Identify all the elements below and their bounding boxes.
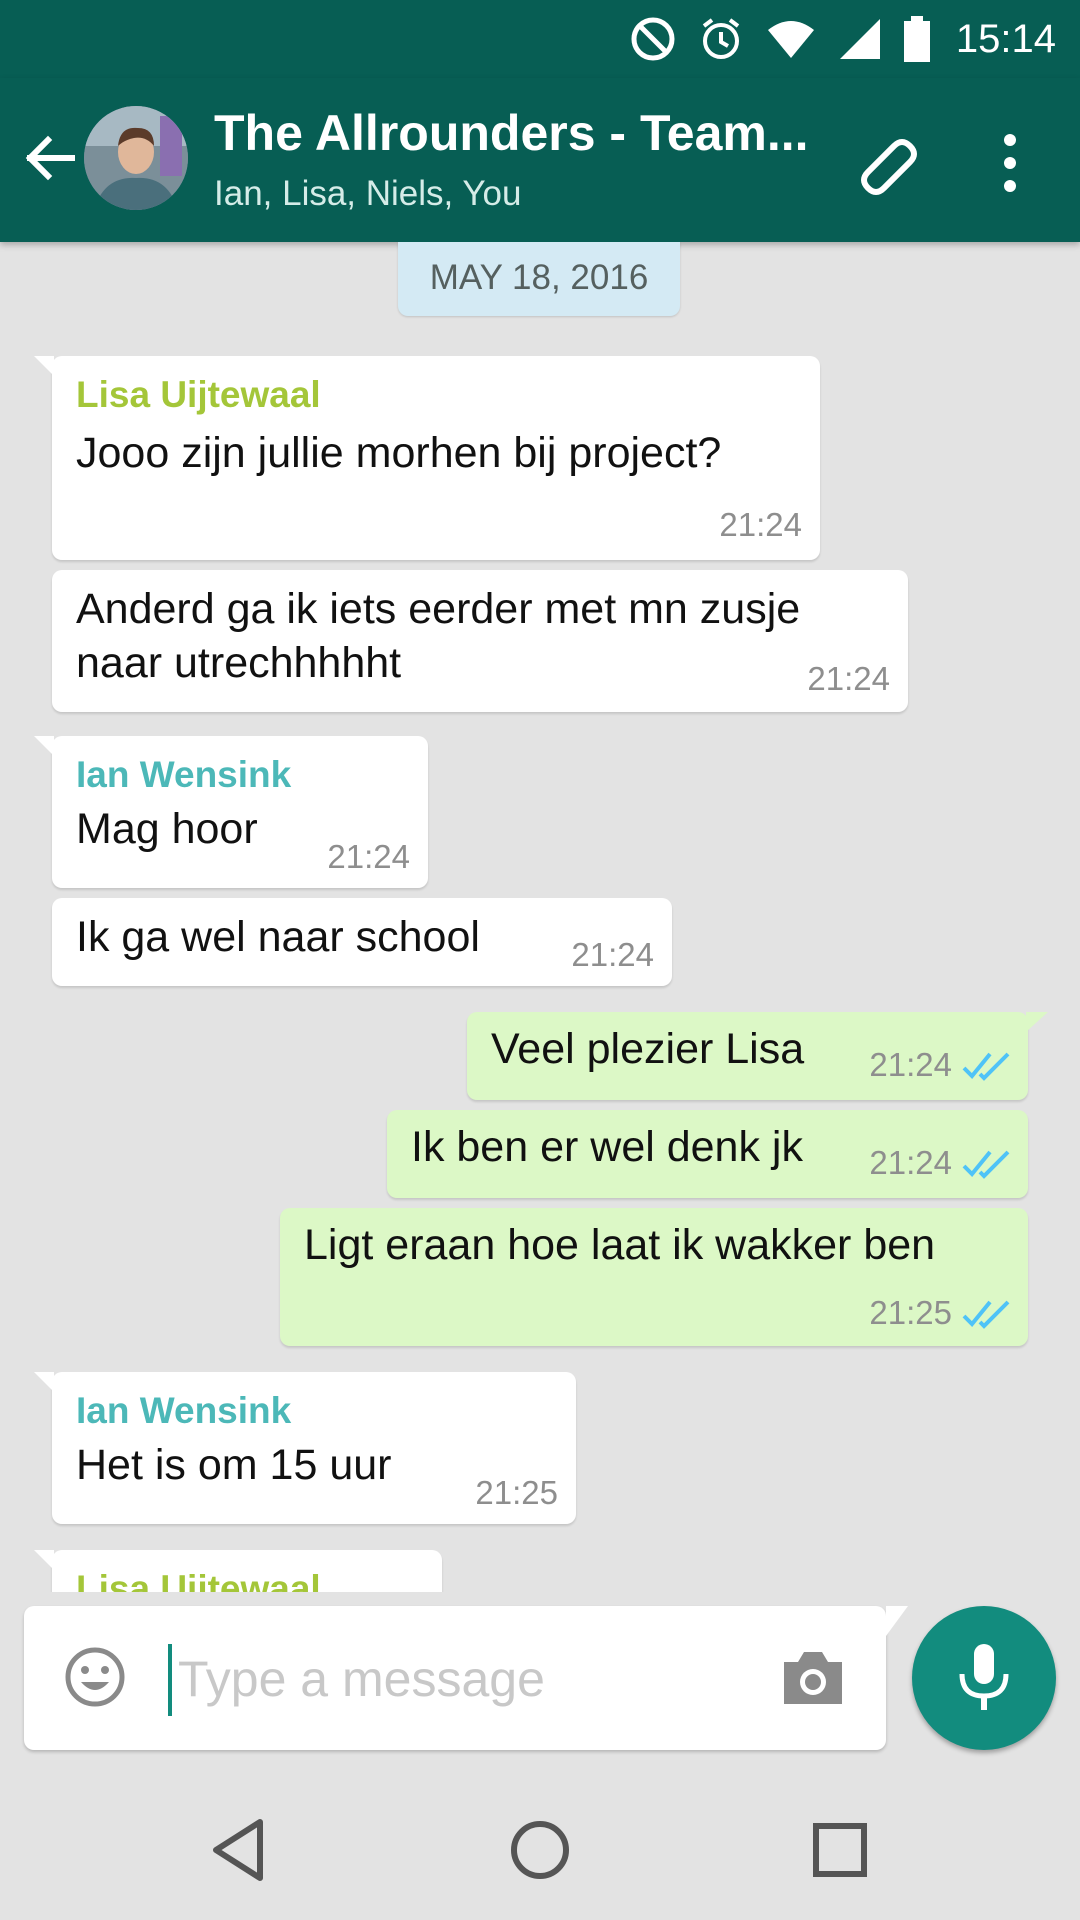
message-time: 21:24 xyxy=(327,838,410,875)
status-time: 15:14 xyxy=(955,16,1056,61)
mic-button[interactable] xyxy=(912,1606,1056,1750)
message-input[interactable] xyxy=(176,1636,780,1722)
message-bubble-outgoing[interactable]: Ik ben er wel denk jk 21:24 xyxy=(387,1110,1028,1198)
attach-icon[interactable] xyxy=(850,124,930,204)
more-vert-icon[interactable] xyxy=(990,128,1030,198)
message-time: 21:24 xyxy=(869,1046,952,1083)
message-bubble-incoming[interactable]: Ian Wensink Het is om 15 uur 21:25 xyxy=(34,1372,576,1524)
recents-square-icon[interactable] xyxy=(800,1810,880,1890)
message-text: Jooo zijn jullie morhen bij project? xyxy=(76,429,722,477)
wifi-icon xyxy=(766,18,816,60)
message-time: 21:25 xyxy=(869,1294,952,1331)
message-sender: Ian Wensink xyxy=(76,754,292,795)
signal-icon xyxy=(838,17,882,61)
date-divider: MAY 18, 2016 xyxy=(398,242,680,316)
group-avatar[interactable] xyxy=(84,106,188,210)
composer-tail xyxy=(886,1606,908,1636)
read-ticks-icon xyxy=(962,1150,1010,1179)
chat-participants[interactable]: Ian, Lisa, Niels, You xyxy=(214,174,521,214)
text-cursor xyxy=(168,1644,172,1716)
message-sender: Ian Wensink xyxy=(76,1390,292,1431)
message-sender: Lisa Uijtewaal xyxy=(76,1568,321,1592)
bubble-tail xyxy=(34,1550,54,1570)
camera-icon[interactable] xyxy=(780,1648,846,1708)
bubble-tail xyxy=(34,356,54,376)
message-time: 21:24 xyxy=(869,1144,952,1181)
bubble-tail xyxy=(1026,1012,1048,1032)
bubble-tail xyxy=(34,1372,54,1392)
alarm-icon xyxy=(698,16,744,62)
emoji-icon[interactable] xyxy=(64,1646,126,1708)
message-bubble-incoming[interactable]: Ik ga wel naar school 21:24 xyxy=(52,898,672,986)
message-time: 21:24 xyxy=(571,936,654,973)
message-time: 21:24 xyxy=(807,660,890,697)
chat-title[interactable]: The Allrounders - Team... xyxy=(214,104,824,162)
bubble-tail xyxy=(34,736,54,756)
home-circle-icon[interactable] xyxy=(500,1810,580,1890)
status-bar: 15:14 xyxy=(0,0,1080,78)
message-text: Ligt eraan hoe laat ik wakker ben xyxy=(304,1221,936,1269)
system-nav-bar xyxy=(0,1770,1080,1920)
message-sender: Lisa Uijtewaal xyxy=(76,374,321,415)
message-bubble-incoming[interactable]: Lisa Uijtewaal Jooo zijn jullie morhen b… xyxy=(34,356,820,560)
message-list[interactable]: MAY 18, 2016 Lisa Uijtewaal Jooo zijn ju… xyxy=(0,242,1080,1592)
message-time: 21:25 xyxy=(475,1474,558,1511)
battery-icon xyxy=(903,16,930,62)
chat-header: The Allrounders - Team... Ian, Lisa, Nie… xyxy=(0,78,1080,242)
message-time: 21:24 xyxy=(719,506,802,543)
message-composer xyxy=(24,1606,886,1750)
message-text: Ik ga wel naar school xyxy=(76,913,480,961)
back-arrow-icon[interactable] xyxy=(20,128,80,188)
read-ticks-icon xyxy=(962,1300,1010,1329)
message-bubble-incoming[interactable]: Ian Wensink Mag hoor 21:24 xyxy=(34,736,428,888)
message-bubble-incoming[interactable]: Anderd ga ik iets eerder met mn zusje na… xyxy=(52,570,908,712)
mic-icon xyxy=(959,1644,1009,1710)
message-bubble-outgoing[interactable]: Veel plezier Lisa 21:24 xyxy=(467,1012,1048,1100)
back-triangle-icon[interactable] xyxy=(200,1810,280,1890)
message-bubble-incoming[interactable]: Lisa Uijtewaal xyxy=(34,1550,442,1592)
message-bubble-outgoing[interactable]: Ligt eraan hoe laat ik wakker ben 21:25 xyxy=(280,1208,1028,1346)
read-ticks-icon xyxy=(962,1052,1010,1081)
do-not-disturb-icon xyxy=(630,16,676,62)
message-text: Anderd ga ik iets eerder met mn zusje na… xyxy=(76,585,801,687)
